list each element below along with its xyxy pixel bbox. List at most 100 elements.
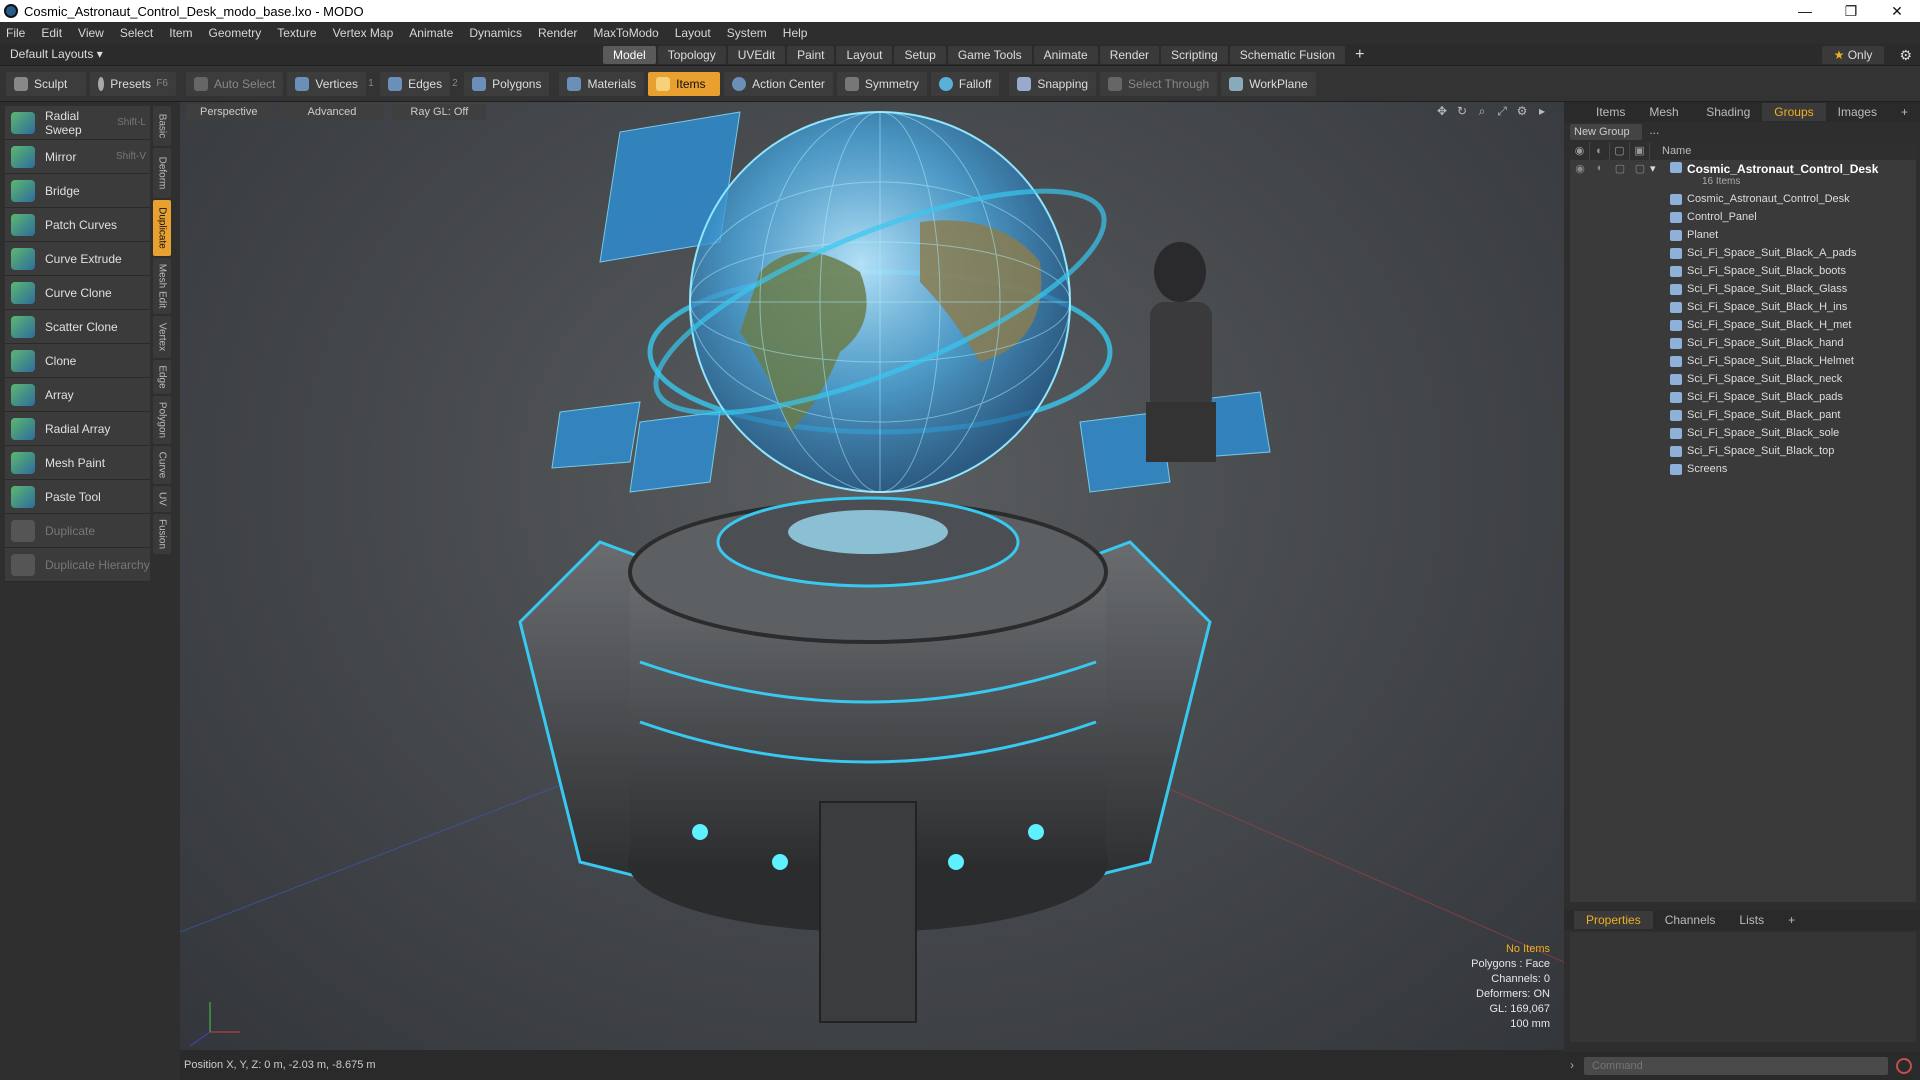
- gear-icon[interactable]: ⚙: [1899, 47, 1912, 64]
- menu-geometry[interactable]: Geometry: [209, 26, 262, 40]
- group-item-row[interactable]: Sci_Fi_Space_Suit_Black_H_met: [1570, 316, 1916, 334]
- lock-column-icon[interactable]: ▢: [1610, 142, 1630, 160]
- select-icon[interactable]: ▢: [1630, 162, 1650, 175]
- vtab-basic[interactable]: Basic: [153, 106, 171, 146]
- eye-column-icon[interactable]: ◉: [1570, 142, 1590, 160]
- rotate-icon[interactable]: ↻: [1454, 104, 1470, 120]
- group-item-row[interactable]: Sci_Fi_Space_Suit_Black_top: [1570, 442, 1916, 460]
- polygons-button[interactable]: Polygons: [464, 71, 550, 96]
- tool-bridge[interactable]: Bridge: [5, 174, 150, 208]
- menu-help[interactable]: Help: [783, 26, 808, 40]
- select-through-button[interactable]: Select Through: [1100, 71, 1218, 96]
- render-column-icon[interactable]: ◐: [1590, 142, 1610, 160]
- record-icon[interactable]: [1896, 1058, 1912, 1074]
- workplane-button[interactable]: WorkPlane: [1221, 71, 1316, 96]
- tool-mesh-paint[interactable]: Mesh Paint: [5, 446, 150, 480]
- collapse-icon[interactable]: ▾: [1650, 162, 1670, 175]
- vtab-fusion[interactable]: Fusion: [153, 514, 171, 554]
- menu-vertex-map[interactable]: Vertex Map: [333, 26, 394, 40]
- tab-setup[interactable]: Setup: [894, 46, 946, 64]
- command-input[interactable]: [1584, 1057, 1888, 1075]
- vertices-button[interactable]: Vertices: [287, 71, 367, 96]
- tool-patch-curves[interactable]: Patch Curves: [5, 208, 150, 242]
- render-icon[interactable]: ◐: [1590, 162, 1610, 174]
- vtab-deform[interactable]: Deform: [153, 148, 171, 198]
- close-button[interactable]: ✕: [1874, 3, 1920, 20]
- tool-curve-clone[interactable]: Curve Clone: [5, 276, 150, 310]
- group-row[interactable]: ◉ ◐ ▢ ▢ ▾ Cosmic_Astronaut_Control_Desk …: [1570, 160, 1916, 190]
- group-item-row[interactable]: Planet: [1570, 226, 1916, 244]
- menu-file[interactable]: File: [6, 26, 25, 40]
- sculpt-button[interactable]: Sculpt: [6, 71, 86, 96]
- group-item-row[interactable]: Cosmic_Astronaut_Control_Desk: [1570, 190, 1916, 208]
- tab-layout[interactable]: Layout: [836, 46, 893, 64]
- vtab-curve[interactable]: Curve: [153, 446, 171, 484]
- menu-item[interactable]: Item: [169, 26, 192, 40]
- tab-properties[interactable]: Properties: [1574, 911, 1653, 929]
- menu-select[interactable]: Select: [120, 26, 153, 40]
- auto-select-button[interactable]: Auto Select: [186, 71, 284, 96]
- group-item-row[interactable]: Sci_Fi_Space_Suit_Black_Glass: [1570, 280, 1916, 298]
- group-item-row[interactable]: Sci_Fi_Space_Suit_Black_A_pads: [1570, 244, 1916, 262]
- tool-curve-extrude[interactable]: Curve Extrude: [5, 242, 150, 276]
- group-item-row[interactable]: Sci_Fi_Space_Suit_Black_boots: [1570, 262, 1916, 280]
- vtab-polygon[interactable]: Polygon: [153, 396, 171, 444]
- tab-mesh[interactable]: Mesh ...: [1637, 103, 1694, 137]
- menu-edit[interactable]: Edit: [41, 26, 62, 40]
- add-tab-button[interactable]: +: [1347, 46, 1372, 64]
- tab-items[interactable]: Items: [1584, 103, 1637, 121]
- group-item-row[interactable]: Sci_Fi_Space_Suit_Black_Helmet: [1570, 352, 1916, 370]
- minimize-button[interactable]: —: [1782, 3, 1828, 19]
- vtab-mesh-edit[interactable]: Mesh Edit: [153, 258, 171, 314]
- tab-shading[interactable]: Shading: [1694, 103, 1762, 121]
- falloff-button[interactable]: Falloff: [930, 71, 1000, 96]
- items-button[interactable]: Items: [648, 71, 721, 96]
- group-item-row[interactable]: Sci_Fi_Space_Suit_Black_H_ins: [1570, 298, 1916, 316]
- tool-array[interactable]: Array: [5, 378, 150, 412]
- tab-render[interactable]: Render: [1099, 46, 1160, 64]
- select-column-icon[interactable]: ▣: [1630, 142, 1650, 160]
- eye-icon[interactable]: ◉: [1570, 162, 1590, 175]
- tool-radial-sweep[interactable]: Radial Sweep Shift-L: [5, 106, 150, 140]
- group-item-row[interactable]: Sci_Fi_Space_Suit_Black_sole: [1570, 424, 1916, 442]
- expand-arrow-icon[interactable]: ▸: [1534, 104, 1550, 120]
- tool-clone[interactable]: Clone: [5, 344, 150, 378]
- materials-button[interactable]: Materials: [559, 71, 645, 96]
- edges-button[interactable]: Edges: [380, 71, 451, 96]
- 3d-viewport[interactable]: Perspective Advanced Ray GL: Off ✥ ↻ ⌕ ⤢…: [180, 102, 1564, 1050]
- restore-button[interactable]: ❐: [1828, 3, 1874, 20]
- tab-schematic-fusion[interactable]: Schematic Fusion: [1229, 46, 1346, 64]
- tool-mirror[interactable]: Mirror Shift-V: [5, 140, 150, 174]
- menu-maxtomodo[interactable]: MaxToModo: [593, 26, 658, 40]
- tab-animate[interactable]: Animate: [1033, 46, 1098, 64]
- viewport-settings-icon[interactable]: ⚙: [1514, 104, 1530, 120]
- tool-duplicate-hierarchy[interactable]: Duplicate Hierarchy: [5, 548, 150, 582]
- tab-channels[interactable]: Channels: [1653, 911, 1728, 929]
- group-item-row[interactable]: Screens: [1570, 460, 1916, 478]
- add-scene-tab[interactable]: +: [1889, 103, 1920, 121]
- menu-texture[interactable]: Texture: [277, 26, 316, 40]
- group-item-row[interactable]: Sci_Fi_Space_Suit_Black_hand: [1570, 334, 1916, 352]
- snapping-button[interactable]: Snapping: [1009, 71, 1097, 96]
- layout-dropdown[interactable]: Default Layouts ▾: [10, 47, 103, 61]
- tab-topology[interactable]: Topology: [657, 46, 726, 64]
- menu-view[interactable]: View: [78, 26, 104, 40]
- fit-icon[interactable]: ⤢: [1494, 104, 1510, 120]
- new-group-button[interactable]: New Group: [1570, 124, 1642, 140]
- action-center-button[interactable]: Action Center: [724, 71, 833, 96]
- shading-mode-button[interactable]: Advanced: [279, 104, 385, 120]
- tool-radial-array[interactable]: Radial Array: [5, 412, 150, 446]
- pan-icon[interactable]: ✥: [1434, 104, 1450, 120]
- presets-button[interactable]: Presets F6: [90, 71, 176, 96]
- menu-dynamics[interactable]: Dynamics: [469, 26, 522, 40]
- tab-uvedit[interactable]: UVEdit: [727, 46, 786, 64]
- group-item-row[interactable]: Control_Panel: [1570, 208, 1916, 226]
- group-item-row[interactable]: Sci_Fi_Space_Suit_Black_pads: [1570, 388, 1916, 406]
- tool-duplicate[interactable]: Duplicate: [5, 514, 150, 548]
- zoom-icon[interactable]: ⌕: [1474, 104, 1490, 120]
- add-prop-tab[interactable]: +: [1776, 911, 1807, 929]
- vtab-vertex[interactable]: Vertex: [153, 316, 171, 358]
- only-button[interactable]: ★ Only: [1822, 46, 1884, 64]
- vtab-uv[interactable]: UV: [153, 486, 171, 512]
- tab-images[interactable]: Images: [1826, 103, 1889, 121]
